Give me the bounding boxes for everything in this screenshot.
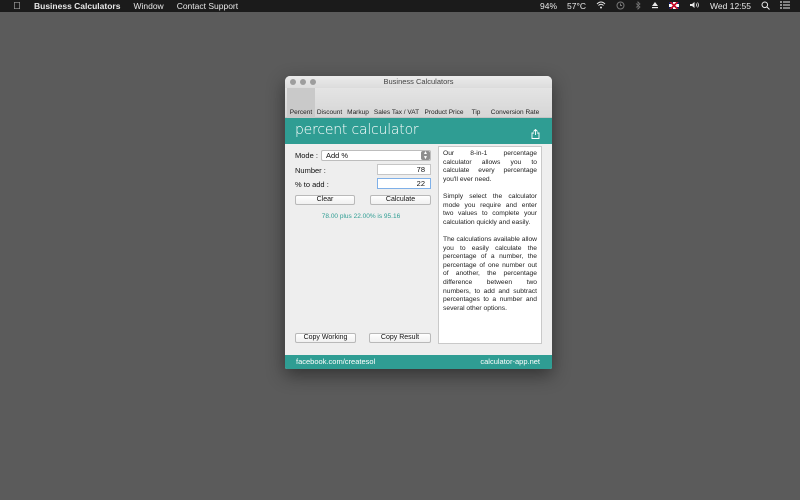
mode-select-value: Add % (326, 151, 349, 160)
copy-result-button[interactable]: Copy Result (369, 333, 431, 343)
facebook-link[interactable]: facebook.com/createsol (296, 355, 375, 369)
calculator-title: percent calculator (295, 122, 419, 138)
time-machine-icon[interactable] (616, 1, 625, 12)
tab-product-price[interactable]: Product Price (422, 88, 466, 118)
select-arrows-icon: ▲ ▼ (421, 151, 430, 160)
notification-center-icon[interactable] (780, 1, 790, 11)
calculator-header: percent calculator (285, 118, 552, 144)
volume-icon[interactable] (689, 1, 700, 11)
calculator-content: Mode : Add % ▲ ▼ Number : 78 % to add : 2… (285, 144, 552, 344)
mode-label: Mode : (295, 151, 318, 160)
close-window-button[interactable] (290, 79, 296, 85)
menu-extras: 94% 57°C Wed 12:55 (530, 0, 790, 12)
result-text: 78.00 plus 22.00% is 95.16 (321, 213, 401, 220)
percent-to-add-input[interactable]: 22 (377, 178, 431, 189)
tab-percent[interactable]: Percent (287, 88, 315, 118)
tab-tip[interactable]: Tip (468, 88, 484, 118)
menu-contact-support[interactable]: Contact Support (177, 1, 238, 11)
app-window: Business Calculators Percent Discount Ma… (285, 76, 552, 369)
spotlight-search-icon[interactable] (761, 1, 770, 12)
calculator-tab-bar: Percent Discount Markup Sales Tax / VAT … (285, 88, 552, 118)
tab-sales-tax-vat[interactable]: Sales Tax / VAT (372, 88, 421, 118)
mode-select[interactable]: Add % ▲ ▼ (321, 150, 431, 161)
percent-to-add-label: % to add : (295, 180, 329, 189)
menu-window[interactable]: Window (133, 1, 163, 11)
menu-bar:  Business Calculators Window Contact Su… (0, 0, 800, 12)
tab-discount[interactable]: Discount (315, 88, 344, 118)
temperature-readout[interactable]: 57°C (567, 1, 586, 11)
description-panel: Our 8-in-1 percentage calculator allows … (438, 146, 542, 344)
tab-conversion-rate[interactable]: Conversion Rate (487, 88, 543, 118)
clear-button[interactable]: Clear (295, 195, 355, 205)
copy-working-button[interactable]: Copy Working (295, 333, 356, 343)
eject-icon[interactable] (651, 1, 659, 11)
window-controls (290, 79, 316, 85)
wifi-icon[interactable] (596, 1, 606, 11)
minimize-window-button[interactable] (300, 79, 306, 85)
number-input[interactable]: 78 (377, 164, 431, 175)
zoom-window-button[interactable] (310, 79, 316, 85)
description-paragraph: Our 8-in-1 percentage calculator allows … (443, 150, 537, 183)
share-icon[interactable] (531, 126, 540, 139)
bluetooth-icon[interactable] (635, 0, 641, 12)
menu-clock[interactable]: Wed 12:55 (710, 1, 751, 11)
description-paragraph: Simply select the calculator mode you re… (443, 192, 537, 226)
footer-bar: facebook.com/createsol calculator-app.ne… (285, 355, 552, 369)
apple-menu-icon[interactable]:  (10, 1, 24, 12)
input-source-flag-icon[interactable] (669, 1, 680, 11)
battery-percent[interactable]: 94% (540, 1, 557, 11)
window-title: Business Calculators (383, 77, 454, 86)
calculate-button[interactable]: Calculate (370, 195, 431, 205)
tab-markup[interactable]: Markup (345, 88, 371, 118)
menu-app-name[interactable]: Business Calculators (34, 1, 120, 11)
number-label: Number : (295, 166, 326, 175)
website-link[interactable]: calculator-app.net (480, 355, 540, 369)
description-paragraph: The calculations available allow you to … (443, 235, 537, 312)
window-titlebar[interactable]: Business Calculators (285, 76, 552, 88)
